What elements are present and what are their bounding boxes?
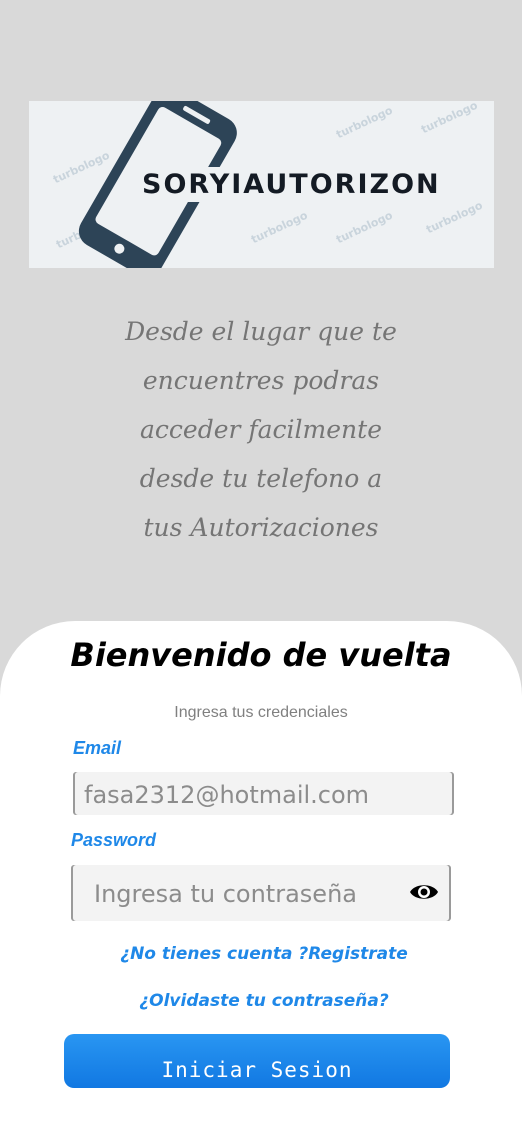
logo-watermark: turbologo bbox=[334, 208, 395, 247]
tagline: Desde el lugar que te encuentres podras … bbox=[100, 307, 422, 552]
eye-icon[interactable] bbox=[409, 881, 439, 903]
brand-name: SORYIAUTORIZON bbox=[136, 167, 447, 202]
password-label: Password bbox=[71, 830, 157, 850]
email-value: fasa2312@hotmail.com bbox=[84, 781, 370, 809]
logo-watermark: turbologo bbox=[419, 101, 480, 137]
tagline-line: desde tu telefono a bbox=[139, 464, 383, 493]
tagline-line: Desde el lugar que te bbox=[125, 317, 397, 346]
welcome-title: Bienvenido de vuelta bbox=[70, 636, 452, 674]
register-link[interactable]: ¿No tienes cuenta ?Registrate bbox=[0, 944, 522, 964]
logo-banner: turbologo turbologo turbologo turbologo … bbox=[29, 101, 494, 268]
tagline-line: tus Autorizaciones bbox=[143, 513, 379, 542]
password-field[interactable]: Ingresa tu contraseña bbox=[71, 865, 451, 921]
logo-watermark: turbologo bbox=[334, 103, 395, 142]
password-placeholder: Ingresa tu contraseña bbox=[94, 880, 357, 908]
login-button[interactable]: Iniciar Sesion bbox=[64, 1034, 450, 1088]
email-field[interactable]: fasa2312@hotmail.com bbox=[73, 772, 454, 815]
forgot-password-link[interactable]: ¿Olvidaste tu contraseña? bbox=[0, 991, 522, 1011]
tagline-line: acceder facilmente bbox=[140, 415, 382, 444]
credentials-subtitle: Ingresa tus credenciales bbox=[174, 704, 348, 721]
logo-watermark: turbologo bbox=[249, 208, 310, 247]
logo-watermark: turbologo bbox=[424, 198, 485, 237]
login-button-label: Iniciar Sesion bbox=[161, 1058, 353, 1082]
tagline-line: encuentres podras bbox=[142, 366, 380, 395]
email-label: Email bbox=[73, 738, 122, 758]
